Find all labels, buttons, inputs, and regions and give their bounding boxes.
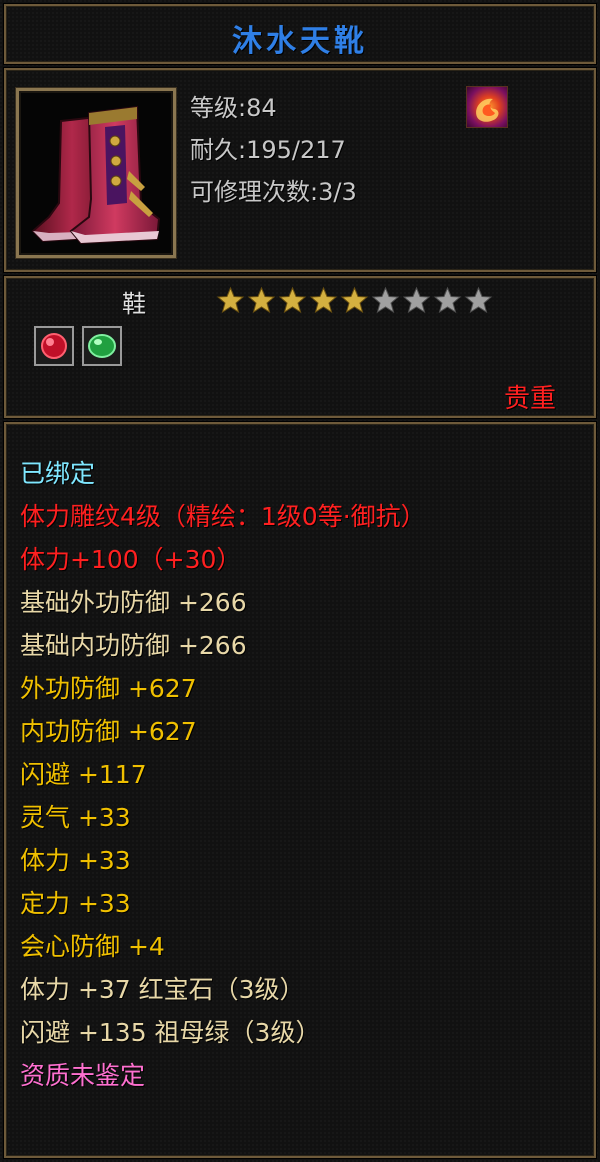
star-filled-icon: [278, 286, 307, 314]
attribute-line: 体力雕纹4级（精绘：1级0等·御抗）: [20, 502, 426, 531]
equipment-type-label: 鞋: [122, 290, 146, 318]
attribute-line: 定力 +33: [20, 889, 131, 918]
attribute-line: 内功防御 +627: [20, 717, 197, 746]
boots-icon: [31, 105, 161, 245]
item-tooltip: 沐水天靴 等级:84 耐久:195/217 可修理次数:3/3 鞋 贵重 已绑定…: [0, 0, 600, 1162]
item-name: 沐水天靴: [232, 24, 368, 59]
star-empty-icon: [402, 286, 431, 314]
attribute-line: 闪避 +135 祖母绿（3级）: [20, 1018, 321, 1047]
attribute-line: 基础外功防御 +266: [20, 588, 247, 617]
attribute-line: 已绑定: [20, 459, 96, 488]
attribute-line: 闪避 +117: [20, 760, 147, 789]
rarity-label: 贵重: [503, 384, 556, 414]
green-gem-icon[interactable]: [82, 326, 122, 366]
red-gem-icon[interactable]: [34, 326, 74, 366]
item-type-panel: 鞋 贵重: [4, 276, 596, 418]
star-filled-icon: [247, 286, 276, 314]
star-empty-icon: [433, 286, 462, 314]
star-empty-icon: [464, 286, 493, 314]
attribute-line: 基础内功防御 +266: [20, 631, 247, 660]
star-empty-icon: [371, 286, 400, 314]
star-filled-icon: [309, 286, 338, 314]
star-filled-icon: [340, 286, 369, 314]
flame-swirl-icon[interactable]: [466, 86, 508, 128]
attribute-line: 体力+100（+30）: [20, 545, 242, 574]
item-info-panel: 等级:84 耐久:195/217 可修理次数:3/3: [4, 68, 596, 272]
star-rating: [216, 286, 493, 314]
attribute-line: 外功防御 +627: [20, 674, 197, 703]
item-repair-count: 可修理次数:3/3: [190, 178, 357, 206]
attribute-line: 体力 +37 红宝石（3级）: [20, 975, 305, 1004]
attributes-panel: 已绑定体力雕纹4级（精绘：1级0等·御抗） 体力+100（+30） 基础外功防御 +…: [4, 422, 596, 1158]
star-filled-icon: [216, 286, 245, 314]
attribute-line: 资质未鉴定: [20, 1061, 146, 1090]
attribute-line: 灵气 +33: [20, 803, 131, 832]
item-level: 等级:84: [190, 94, 277, 122]
attribute-line: 会心防御 +4: [20, 932, 165, 961]
title-bar: 沐水天靴: [4, 4, 596, 64]
item-durability: 耐久:195/217: [190, 136, 346, 164]
item-image-frame: [16, 88, 176, 258]
attribute-line: 体力 +33: [20, 846, 131, 875]
